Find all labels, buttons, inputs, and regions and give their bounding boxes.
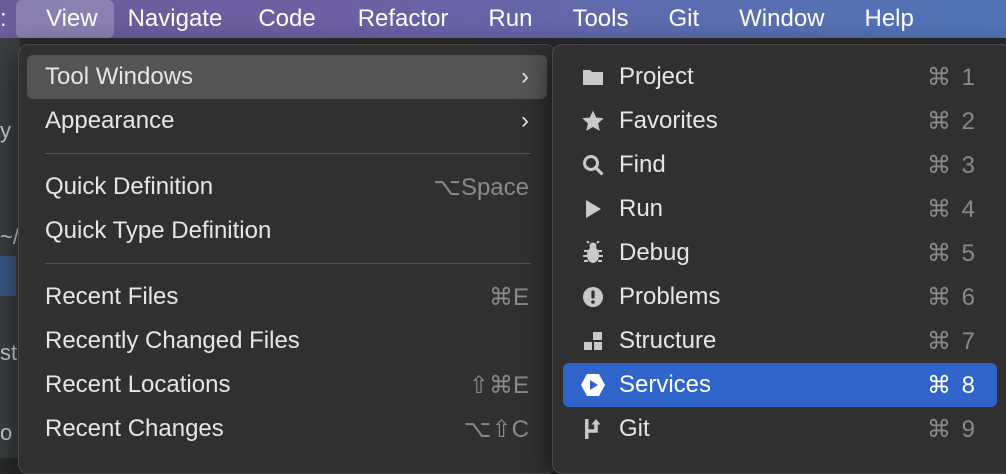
menu-item-label: Tool Windows: [45, 63, 194, 90]
background-text-fragment: st: [0, 340, 18, 365]
menu-bar: : View Navigate Code Refactor Run Tools …: [0, 0, 1006, 38]
menu-item-quick-definition[interactable]: Quick Definition ⌥Space: [27, 165, 547, 209]
submenu-item-label: Project: [619, 63, 694, 90]
services-icon: [579, 371, 607, 399]
background-editor-edge: y ~/ st o: [0, 38, 20, 458]
menu-item-quick-type-definition[interactable]: Quick Type Definition: [27, 209, 547, 253]
search-icon: [579, 151, 607, 179]
background-text-fragment: ~/: [0, 224, 19, 249]
submenu-item-label: Problems: [619, 283, 721, 310]
submenu-item-shortcut: ⌘ 4: [926, 195, 977, 223]
menu-view[interactable]: View: [16, 0, 114, 38]
submenu-item-shortcut: ⌘ 3: [926, 151, 977, 179]
menu-separator: [45, 153, 531, 154]
view-menu-dropdown: Tool Windows › Appearance › Quick Defini…: [18, 44, 556, 474]
menu-item-tool-windows[interactable]: Tool Windows ›: [27, 55, 547, 99]
submenu-item-shortcut: ⌘ 9: [926, 415, 977, 443]
chevron-right-icon: ›: [521, 63, 529, 90]
play-icon: [579, 195, 607, 223]
menu-item-recent-files[interactable]: Recent Files ⌘E: [27, 275, 547, 319]
menu-item-label: Recent Files: [45, 283, 179, 310]
menu-item-label: Quick Type Definition: [45, 217, 272, 244]
submenu-item-label: Debug: [619, 239, 690, 266]
submenu-item-favorites[interactable]: Favorites ⌘ 2: [563, 99, 997, 143]
folder-icon: [579, 63, 607, 91]
star-icon: [579, 107, 607, 135]
menu-run[interactable]: Run: [468, 0, 552, 38]
submenu-item-find[interactable]: Find ⌘ 3: [563, 143, 997, 187]
alert-icon: [579, 283, 607, 311]
submenu-item-label: Run: [619, 195, 664, 222]
background-text-fragment: y: [0, 118, 11, 143]
submenu-item-label: Find: [619, 151, 666, 178]
submenu-item-structure[interactable]: Structure ⌘ 7: [563, 319, 997, 363]
submenu-item-shortcut: ⌘ 2: [926, 107, 977, 135]
submenu-item-project[interactable]: Project ⌘ 1: [563, 55, 997, 99]
menu-item-label: Quick Definition: [45, 173, 214, 200]
menubar-fragment: :: [0, 5, 7, 32]
submenu-item-debug[interactable]: Debug ⌘ 5: [563, 231, 997, 275]
background-text-fragment: o: [0, 420, 13, 445]
menu-separator: [45, 263, 531, 264]
chevron-right-icon: ›: [521, 107, 529, 134]
menu-window[interactable]: Window: [719, 0, 844, 38]
submenu-item-shortcut: ⌘ 6: [926, 283, 977, 311]
structure-icon: [579, 327, 607, 355]
menu-tools[interactable]: Tools: [552, 0, 648, 38]
bug-icon: [579, 239, 607, 267]
menu-code[interactable]: Code: [236, 0, 337, 38]
submenu-item-label: Favorites: [619, 107, 718, 134]
submenu-item-label: Git: [619, 415, 650, 442]
submenu-item-shortcut: ⌘ 1: [926, 63, 977, 91]
menu-navigate[interactable]: Navigate: [114, 0, 237, 38]
submenu-item-problems[interactable]: Problems ⌘ 6: [563, 275, 997, 319]
tool-windows-submenu: Project ⌘ 1 Favorites ⌘ 2 Find ⌘ 3 Run ⌘…: [552, 44, 1006, 474]
menu-help[interactable]: Help: [845, 0, 934, 38]
menu-item-shortcut: ⌘E: [488, 283, 529, 311]
menu-git[interactable]: Git: [648, 0, 719, 38]
submenu-item-label: Services: [619, 371, 712, 398]
menu-item-label: Recent Changes: [45, 415, 224, 442]
menu-item-appearance[interactable]: Appearance ›: [27, 99, 547, 143]
menu-item-label: Appearance: [45, 107, 175, 134]
menu-item-shortcut: ⌥⇧C: [463, 415, 529, 443]
menu-item-shortcut: ⌥Space: [433, 173, 529, 201]
submenu-item-git[interactable]: Git ⌘ 9: [563, 407, 997, 451]
submenu-item-shortcut: ⌘ 8: [926, 371, 977, 399]
menu-item-recent-changes[interactable]: Recent Changes ⌥⇧C: [27, 407, 547, 451]
submenu-item-shortcut: ⌘ 7: [926, 327, 977, 355]
git-icon: [579, 415, 607, 443]
menu-item-recent-locations[interactable]: Recent Locations ⇧⌘E: [27, 363, 547, 407]
submenu-item-label: Structure: [619, 327, 717, 354]
submenu-item-run[interactable]: Run ⌘ 4: [563, 187, 997, 231]
menu-refactor[interactable]: Refactor: [338, 0, 469, 38]
submenu-item-shortcut: ⌘ 5: [926, 239, 977, 267]
background-selection-strip: [0, 256, 16, 296]
menu-item-shortcut: ⇧⌘E: [468, 371, 529, 399]
submenu-item-services[interactable]: Services ⌘ 8: [563, 363, 997, 407]
menu-item-recently-changed-files[interactable]: Recently Changed Files: [27, 319, 547, 363]
menu-item-label: Recent Locations: [45, 371, 231, 398]
menu-item-label: Recently Changed Files: [45, 327, 300, 354]
